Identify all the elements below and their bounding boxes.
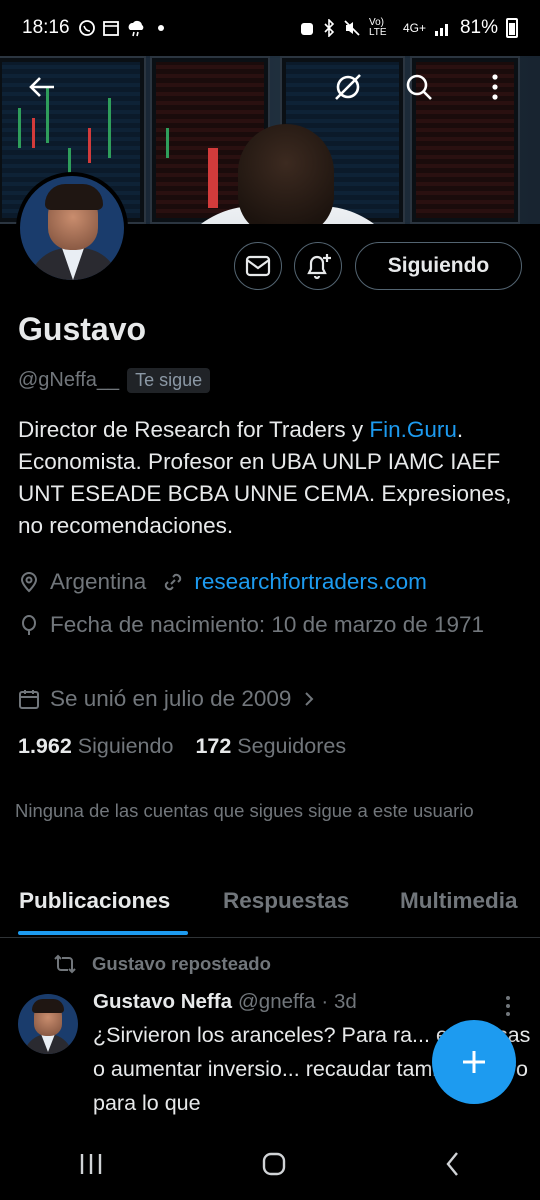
bell-plus-icon [307, 254, 331, 280]
bluetooth-icon [324, 19, 335, 37]
search-icon [406, 74, 432, 100]
location-row: Argentina researchfortraders.com [18, 566, 427, 598]
tweet-more-button[interactable] [506, 996, 510, 1016]
followers-count: 172 [195, 734, 232, 758]
link-icon [165, 573, 182, 591]
follows-you-badge: Te sigue [127, 368, 211, 393]
alarm-icon [300, 23, 313, 35]
search-button[interactable] [396, 64, 442, 110]
profile-name: Gustavo [18, 311, 147, 347]
following-count-link[interactable]: 1.962 Siguiendo [18, 734, 173, 759]
weather-icon [128, 20, 143, 37]
banner-person-head [238, 124, 334, 224]
4g-icon: 4G+ [402, 21, 426, 35]
tweet-time: · 3d [321, 990, 357, 1013]
mutuals-note: Ninguna de las cuentas que sigues sigue … [15, 800, 474, 821]
location-text: Argentina [50, 569, 147, 594]
bio-text: Director de Research for Traders y [18, 417, 370, 442]
status-time: 18:16 [22, 17, 70, 38]
chevron-right-icon [305, 692, 314, 706]
grok-icon [335, 74, 361, 100]
joined-text: Se unió en julio de 2009 [50, 686, 292, 711]
tweet-header: Gustavo Neffa @gneffa · 3d [93, 990, 357, 1014]
follow-counts: 1.962 Siguiendo 172 Seguidores [18, 734, 346, 759]
tweet-author-avatar[interactable] [18, 994, 78, 1054]
arrow-left-icon [29, 77, 54, 97]
following-count: 1.962 [18, 734, 72, 758]
tweet-author-name[interactable]: Gustavo Neffa [93, 990, 232, 1014]
tab-publicaciones[interactable]: Publicaciones [19, 888, 170, 914]
balloon-icon [22, 615, 36, 635]
followers-label: Seguidores [237, 734, 347, 758]
signal-icon [434, 24, 448, 36]
mail-icon [245, 255, 271, 277]
compose-button[interactable] [432, 1020, 516, 1104]
tab-multimedia[interactable]: Multimedia [400, 888, 518, 914]
back-icon[interactable] [443, 1150, 463, 1178]
following-label: Siguiendo [77, 734, 174, 758]
dot-icon [157, 25, 164, 31]
location-pin-icon [20, 572, 38, 593]
handle-row: @gNeffa__ Te sigue [18, 368, 211, 393]
grok-button[interactable] [325, 64, 371, 110]
battery-icon [506, 18, 518, 38]
message-button[interactable] [234, 242, 282, 290]
notifications-button[interactable] [294, 242, 342, 290]
tweet-author-handle: @gneffa [237, 990, 316, 1013]
status-icons-right: Vo) LTE 4G+ 81% [299, 17, 518, 39]
recent-apps-icon[interactable] [77, 1151, 105, 1177]
followers-count-link[interactable]: 172 Seguidores [195, 734, 346, 759]
profile-avatar[interactable] [16, 172, 128, 284]
repost-icon [54, 954, 76, 974]
mute-icon [344, 20, 360, 36]
home-icon[interactable] [260, 1150, 288, 1178]
repost-label: Gustavo reposteado [92, 953, 271, 974]
joined-row[interactable]: Se unió en julio de 2009 [18, 683, 317, 715]
website-link[interactable]: researchfortraders.com [194, 566, 427, 598]
following-button[interactable]: Siguiendo [355, 242, 522, 290]
back-button[interactable] [19, 64, 65, 110]
plus-icon [463, 1051, 485, 1073]
calendar-icon [19, 690, 39, 709]
birthday-text: Fecha de nacimiento: 10 de marzo de 1971 [50, 612, 485, 637]
profile-tabs: Publicaciones Respuestas Multimedia [0, 880, 540, 938]
status-icons-left [78, 19, 164, 37]
profile-bio: Director de Research for Traders y Fin.G… [18, 414, 533, 542]
status-bar: 18:16 Vo) LTE 4G+ 81% [0, 0, 540, 56]
repost-indicator: Gustavo reposteado [52, 953, 271, 975]
birthday-row: Fecha de nacimiento: 10 de marzo de 1971 [18, 609, 518, 641]
volte-icon: Vo) LTE [368, 17, 387, 38]
calendar-icon [102, 21, 119, 36]
more-options-button[interactable] [472, 64, 518, 110]
more-vertical-icon [492, 74, 498, 100]
system-nav-bar [0, 1128, 540, 1200]
bio-link[interactable]: Fin.Guru [369, 417, 457, 442]
active-tab-indicator [18, 931, 188, 935]
battery-level: 81% [459, 17, 498, 38]
tab-respuestas[interactable]: Respuestas [223, 888, 349, 914]
whatsapp-icon [78, 20, 95, 36]
profile-handle: @gNeffa__ [18, 369, 120, 391]
